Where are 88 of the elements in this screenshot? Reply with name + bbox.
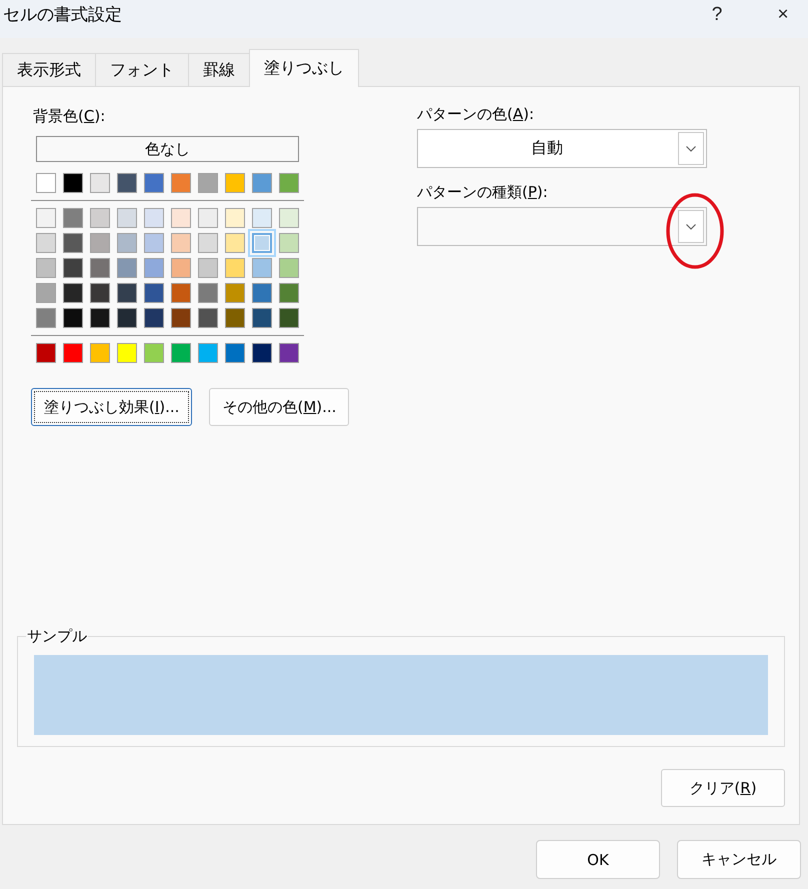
window-title: セルの書式設定 xyxy=(3,4,123,26)
color-swatch[interactable] xyxy=(117,283,137,303)
chevron-down-icon[interactable] xyxy=(678,210,704,243)
close-button[interactable]: × xyxy=(758,0,808,31)
color-swatch[interactable] xyxy=(63,343,83,363)
color-swatch[interactable] xyxy=(117,343,137,363)
tab[interactable]: 表示形式 xyxy=(2,53,96,86)
color-swatch[interactable] xyxy=(225,343,245,363)
color-swatch[interactable] xyxy=(63,208,83,228)
color-swatch[interactable] xyxy=(225,308,245,328)
color-swatch[interactable] xyxy=(171,233,191,253)
color-swatch[interactable] xyxy=(279,233,299,253)
group-label: サンプル xyxy=(26,627,88,646)
color-swatch[interactable] xyxy=(252,343,272,363)
color-swatch[interactable] xyxy=(36,173,56,193)
color-swatch[interactable] xyxy=(36,208,56,228)
color-swatch[interactable] xyxy=(36,233,56,253)
color-swatch[interactable] xyxy=(225,173,245,193)
more-colors-button[interactable]: その他の色(M)... xyxy=(209,388,350,426)
color-swatch[interactable] xyxy=(198,283,218,303)
field-label: 背景色(C): xyxy=(33,107,106,126)
color-swatch[interactable] xyxy=(252,258,272,278)
color-swatch[interactable] xyxy=(36,283,56,303)
color-swatch[interactable] xyxy=(117,233,137,253)
fill-effects-button[interactable]: 塗りつぶし効果(I)... xyxy=(31,388,192,426)
color-swatch[interactable] xyxy=(144,233,164,253)
color-swatch[interactable] xyxy=(171,308,191,328)
color-swatch[interactable] xyxy=(279,283,299,303)
color-swatch[interactable] xyxy=(36,308,56,328)
color-swatch[interactable] xyxy=(198,208,218,228)
color-swatch[interactable] xyxy=(198,308,218,328)
color-swatch[interactable] xyxy=(90,308,110,328)
color-swatch[interactable] xyxy=(63,308,83,328)
color-swatch[interactable] xyxy=(171,208,191,228)
color-swatch[interactable] xyxy=(279,343,299,363)
color-swatch[interactable] xyxy=(279,173,299,193)
color-swatch[interactable] xyxy=(144,343,164,363)
color-swatch[interactable] xyxy=(63,233,83,253)
color-swatch[interactable] xyxy=(171,258,191,278)
color-swatch[interactable] xyxy=(252,173,272,193)
color-swatch[interactable] xyxy=(171,343,191,363)
clear-button[interactable]: クリア(R) xyxy=(661,769,785,807)
pattern-color-dropdown[interactable]: 自動 xyxy=(417,129,707,168)
color-swatch[interactable] xyxy=(90,233,110,253)
color-swatch[interactable] xyxy=(90,343,110,363)
color-swatch[interactable] xyxy=(90,283,110,303)
color-swatch[interactable] xyxy=(144,258,164,278)
color-swatch[interactable] xyxy=(144,283,164,303)
color-swatch[interactable] xyxy=(144,173,164,193)
color-swatch[interactable] xyxy=(90,258,110,278)
chevron-down-icon[interactable] xyxy=(678,132,704,165)
color-swatch[interactable] xyxy=(36,258,56,278)
color-swatch[interactable] xyxy=(252,308,272,328)
color-swatch[interactable] xyxy=(198,343,218,363)
color-swatch[interactable] xyxy=(171,283,191,303)
color-swatch[interactable] xyxy=(198,173,218,193)
color-swatch[interactable] xyxy=(225,258,245,278)
color-swatch[interactable] xyxy=(144,308,164,328)
color-swatch[interactable] xyxy=(252,208,272,228)
color-swatch[interactable] xyxy=(225,283,245,303)
color-swatch[interactable] xyxy=(279,308,299,328)
color-swatch[interactable] xyxy=(198,233,218,253)
color-swatch[interactable] xyxy=(144,208,164,228)
color-swatch[interactable] xyxy=(90,208,110,228)
field-label: パターンの種類(P): xyxy=(417,183,548,202)
color-swatch[interactable] xyxy=(252,283,272,303)
pattern-style-dropdown[interactable] xyxy=(417,207,707,246)
no-color-button[interactable]: 色なし xyxy=(36,136,299,162)
ok-button[interactable]: OK xyxy=(536,840,660,879)
cancel-button[interactable]: キャンセル xyxy=(677,840,801,879)
help-button[interactable]: ? xyxy=(692,0,742,31)
color-swatch[interactable] xyxy=(117,208,137,228)
color-swatch[interactable] xyxy=(225,208,245,228)
color-swatch[interactable] xyxy=(225,233,245,253)
color-swatch[interactable] xyxy=(36,343,56,363)
color-swatch[interactable] xyxy=(279,208,299,228)
color-swatch[interactable] xyxy=(63,283,83,303)
color-swatch[interactable] xyxy=(90,173,110,193)
tab[interactable]: 塗りつぶし xyxy=(249,49,359,87)
field-label: パターンの色(A): xyxy=(417,105,534,124)
color-swatch[interactable] xyxy=(63,173,83,193)
color-swatch[interactable] xyxy=(198,258,218,278)
color-swatch[interactable] xyxy=(117,258,137,278)
color-swatch[interactable] xyxy=(171,173,191,193)
color-swatch[interactable] xyxy=(63,258,83,278)
color-swatch[interactable] xyxy=(117,308,137,328)
color-swatch[interactable] xyxy=(117,173,137,193)
color-swatch[interactable] xyxy=(279,258,299,278)
